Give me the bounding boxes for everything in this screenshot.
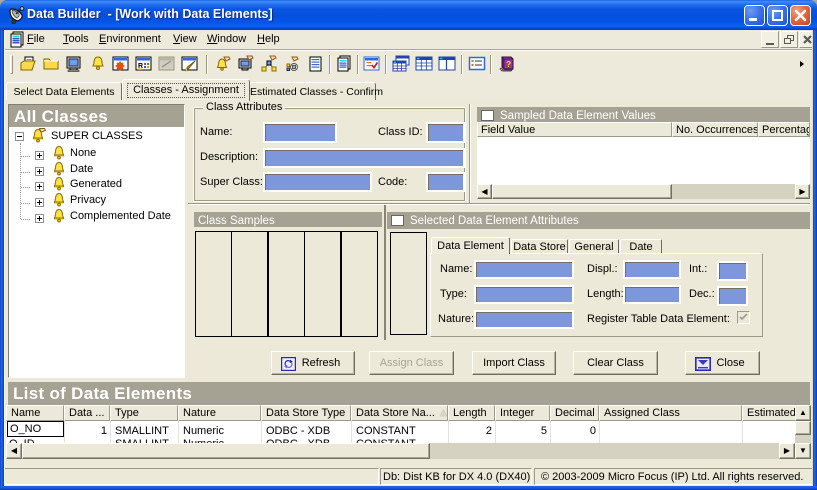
svg-text:?: ? (506, 59, 511, 69)
